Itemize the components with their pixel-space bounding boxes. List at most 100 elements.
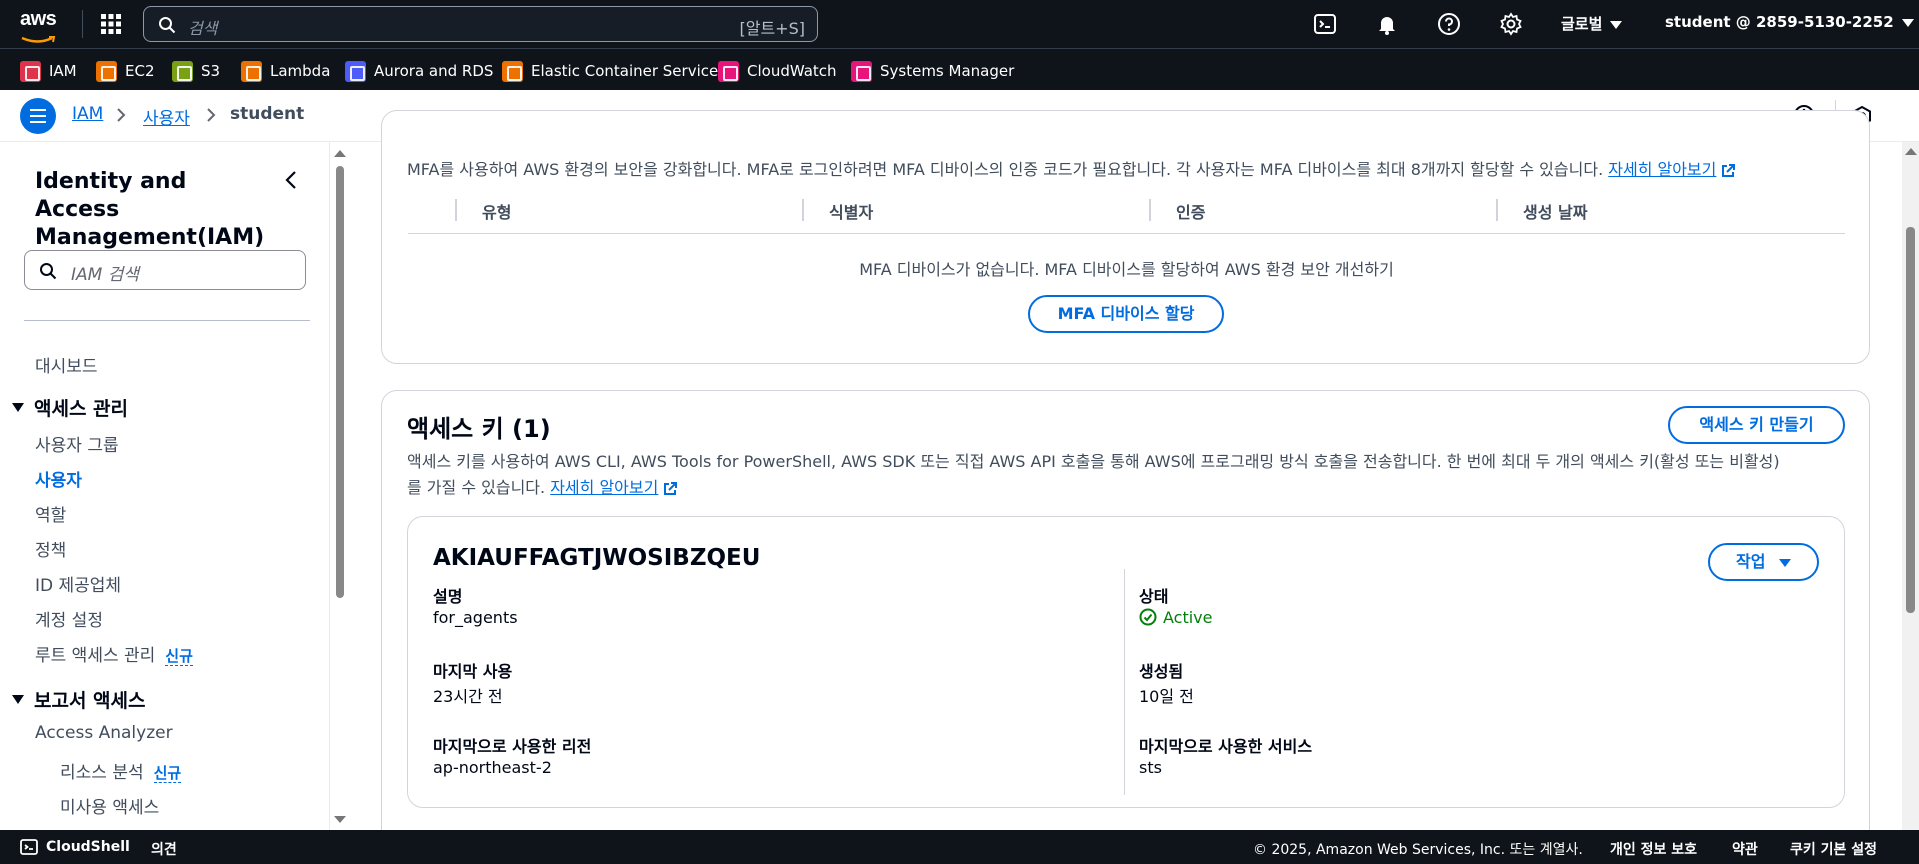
last-region-label: 마지막으로 사용한 리전	[433, 737, 592, 756]
s3-icon	[172, 60, 193, 82]
favorite-cloudwatch[interactable]: CloudWatch	[718, 60, 837, 82]
scroll-down-icon[interactable]	[334, 816, 346, 823]
divider	[82, 10, 83, 38]
scrollbar-thumb[interactable]	[336, 166, 344, 598]
scrollbar-thumb[interactable]	[1906, 227, 1915, 613]
status-value: Active	[1163, 608, 1213, 627]
rds-icon	[345, 60, 366, 82]
sidebar-item-resource-analysis[interactable]: 리소스 분석 신규	[60, 758, 182, 783]
actions-label: 작업	[1735, 552, 1766, 571]
last-region-value: ap-northeast-2	[433, 758, 552, 777]
sidebar-item-identity-providers[interactable]: ID 제공업체	[35, 571, 121, 596]
status-label: 상태	[1139, 587, 1169, 606]
footer-feedback-link[interactable]: 의견	[151, 839, 177, 859]
column-header-created-date[interactable]: 생성 날짜	[1523, 199, 1587, 223]
favorite-label: IAM	[49, 62, 77, 80]
search-icon	[40, 263, 57, 280]
sidebar-item-unused-access[interactable]: 미사용 액세스	[60, 793, 159, 818]
account-label: student @ 2859-5130-2252	[1665, 13, 1894, 31]
last-used-label: 마지막 사용	[433, 662, 513, 681]
favorite-label: Elastic Container Service	[531, 62, 719, 80]
favorite-lambda[interactable]: Lambda	[241, 60, 330, 82]
mfa-learn-more-link[interactable]: 자세히 알아보기	[1608, 160, 1716, 179]
description-value: for_agents	[433, 608, 518, 627]
mfa-description: MFA를 사용하여 AWS 환경의 보안을 강화합니다. MFA로 로그인하려면…	[407, 156, 1736, 180]
description-label: 설명	[433, 587, 463, 606]
favorite-iam[interactable]: IAM	[20, 60, 77, 82]
favorite-rds[interactable]: Aurora and RDS	[345, 60, 493, 82]
description-line: 액세스 키를 사용하여 AWS CLI, AWS Tools for Power…	[407, 452, 1780, 471]
external-link-icon	[664, 481, 678, 495]
scroll-up-icon[interactable]	[1905, 148, 1917, 155]
footer-cloudshell-link[interactable]: CloudShell	[46, 839, 130, 855]
breadcrumb-current: student	[230, 104, 305, 124]
sidebar-item-roles[interactable]: 역할	[35, 501, 66, 526]
footer: CloudShell 의견 © 2025, Amazon Web Service…	[0, 830, 1919, 864]
column-header-identifier[interactable]: 식별자	[829, 199, 873, 223]
breadcrumb-iam[interactable]: IAM	[72, 104, 103, 124]
external-link-icon	[1722, 163, 1736, 177]
favorite-systems-manager[interactable]: Systems Manager	[851, 60, 1014, 82]
sidebar-section-access-management[interactable]: 액세스 관리	[12, 394, 128, 421]
last-service-value: sts	[1139, 758, 1162, 777]
favorite-s3[interactable]: S3	[172, 60, 220, 82]
sidebar: Identity and Access Management(IAM) IAM …	[0, 142, 330, 830]
page-scrollbar[interactable]	[1902, 142, 1919, 830]
assign-mfa-button[interactable]: MFA 디바이스 할당	[1028, 295, 1224, 333]
sidebar-item-root-access[interactable]: 루트 액세스 관리 신규	[35, 641, 193, 666]
mfa-empty-state: MFA 디바이스가 없습니다. MFA 디바이스를 할당하여 AWS 환경 보안…	[859, 260, 1394, 279]
collapse-sidebar-icon[interactable]	[284, 170, 298, 190]
caret-down-icon	[12, 403, 24, 412]
sidebar-item-user-groups[interactable]: 사용자 그룹	[35, 431, 119, 456]
aws-logo-text: aws	[20, 8, 57, 30]
sidebar-item-access-analyzer[interactable]: Access Analyzer	[35, 723, 173, 743]
footer-privacy-link[interactable]: 개인 정보 보호	[1610, 839, 1697, 859]
access-keys-title: 액세스 키 (1)	[407, 415, 551, 443]
footer-terms-link[interactable]: 약관	[1732, 839, 1758, 859]
region-selector[interactable]: 글로벌	[1561, 13, 1623, 34]
sidebar-item-users[interactable]: 사용자	[35, 466, 82, 491]
global-search-input[interactable]: 검색 [알트+S]	[143, 6, 818, 42]
footer-cookies-link[interactable]: 쿠키 기본 설정	[1790, 839, 1877, 859]
column-divider	[802, 199, 804, 221]
favorite-ecs[interactable]: Elastic Container Service	[502, 60, 718, 82]
sidebar-item-dashboard[interactable]: 대시보드	[35, 352, 98, 377]
sidebar-scrollbar[interactable]	[332, 142, 348, 830]
sidebar-item-account-settings[interactable]: 계정 설정	[35, 606, 103, 631]
lambda-icon	[241, 60, 262, 82]
sidebar-search-placeholder: IAM 검색	[71, 265, 139, 285]
created-value: 10일 전	[1139, 687, 1194, 706]
region-label: 글로벌	[1561, 15, 1603, 33]
footer-copyright: © 2025, Amazon Web Services, Inc. 또는 계열사…	[1253, 842, 1583, 858]
last-used-value: 23시간 전	[433, 687, 503, 706]
column-header-certification[interactable]: 인증	[1176, 199, 1205, 223]
favorite-ec2[interactable]: EC2	[96, 60, 155, 82]
services-grid-icon[interactable]	[100, 13, 122, 35]
description-line: 를 가질 수 있습니다.	[407, 478, 546, 497]
account-menu[interactable]: student @ 2859-5130-2252	[1665, 13, 1914, 31]
created-label: 생성됨	[1139, 662, 1184, 681]
cloudshell-icon[interactable]	[1313, 12, 1337, 36]
scroll-up-icon[interactable]	[334, 150, 346, 157]
caret-down-icon	[12, 695, 24, 704]
breadcrumb-link[interactable]: IAM	[72, 104, 103, 124]
new-badge: 신규	[153, 764, 182, 783]
cloudshell-icon[interactable]	[20, 838, 38, 856]
sidebar-search-input[interactable]: IAM 검색	[24, 250, 306, 290]
access-keys-learn-more-link[interactable]: 자세히 알아보기	[550, 478, 658, 497]
menu-toggle-button[interactable]	[20, 98, 56, 134]
column-header-type[interactable]: 유형	[482, 199, 511, 223]
sidebar-item-policies[interactable]: 정책	[35, 536, 66, 561]
notifications-bell-icon[interactable]	[1375, 12, 1399, 36]
create-access-key-button[interactable]: 액세스 키 만들기	[1668, 406, 1845, 444]
help-icon[interactable]	[1437, 12, 1461, 36]
aws-logo[interactable]: aws	[20, 8, 62, 43]
actions-dropdown-button[interactable]: 작업	[1708, 543, 1819, 581]
iam-icon	[20, 60, 41, 82]
settings-gear-icon[interactable]	[1499, 12, 1523, 36]
sidebar-section-reports[interactable]: 보고서 액세스	[12, 686, 146, 713]
breadcrumb-link[interactable]: 사용자	[143, 109, 190, 129]
favorites-bar: IAM EC2 S3 Lambda Aurora and RDS Elastic…	[0, 48, 1919, 90]
chevron-right-icon	[117, 108, 126, 122]
breadcrumb-users[interactable]: 사용자	[143, 104, 190, 129]
